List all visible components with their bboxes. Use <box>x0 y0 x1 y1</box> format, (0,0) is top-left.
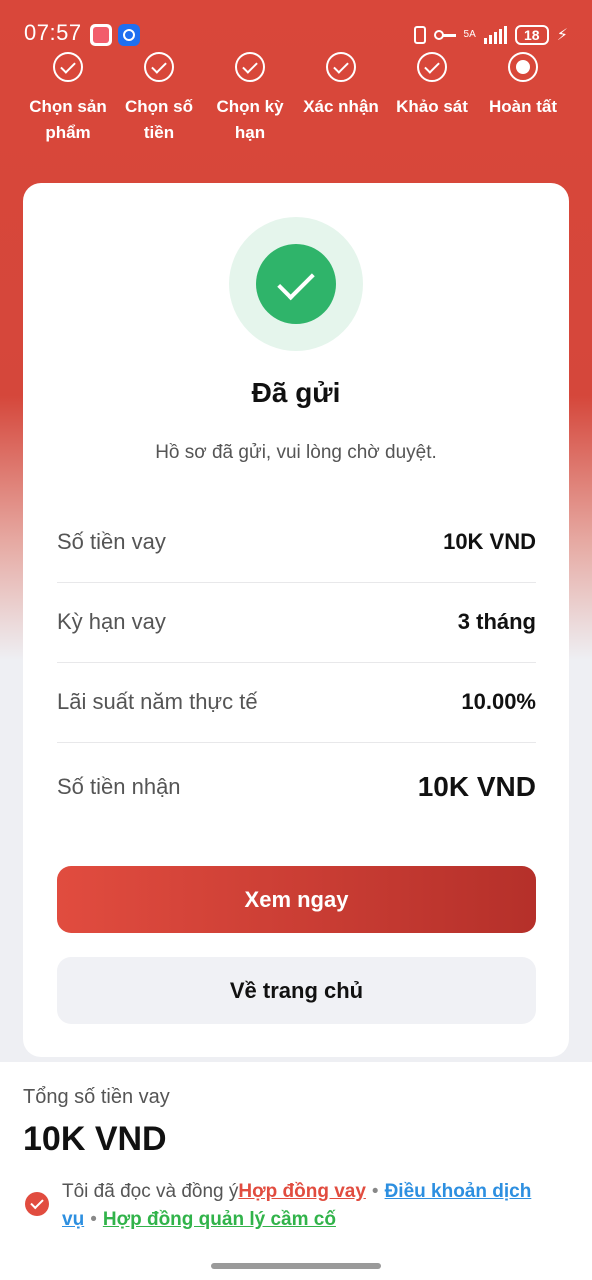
step-label: Chọn sản phẩm <box>29 97 107 142</box>
row-label: Kỳ hạn vay <box>57 609 166 634</box>
total-loan-value: 10K VND <box>23 1120 167 1158</box>
battery-icon: 18 <box>514 25 549 45</box>
step-label: Xác nhận <box>303 97 379 116</box>
back-home-button[interactable]: Về trang chủ <box>57 957 536 1024</box>
vpn-key-icon <box>433 30 456 40</box>
page-title: Đã gửi <box>251 377 341 408</box>
step-label: Khảo sát <box>396 97 468 116</box>
step-choose-term: Chọn kỳ hạn <box>202 52 298 146</box>
check-icon <box>144 52 174 82</box>
check-icon <box>53 52 83 82</box>
result-card: Đã gửi Hồ sơ đã gửi, vui lòng chờ duyệt.… <box>23 183 569 1057</box>
view-now-button[interactable]: Xem ngay <box>57 866 536 933</box>
interest-rate-row: Lãi suất năm thực tế 10.00% <box>57 662 536 743</box>
row-value: 3 tháng <box>457 609 536 634</box>
row-label: Số tiền nhận <box>57 774 181 799</box>
current-step-icon <box>508 52 538 82</box>
step-confirm: Xác nhận <box>293 52 389 120</box>
step-label: Chọn số tiền <box>125 97 193 142</box>
received-amount-row: Số tiền nhận 10K VND <box>57 747 536 827</box>
loan-amount-row: Số tiền vay 10K VND <box>57 502 536 583</box>
step-choose-product: Chọn sản phẩm <box>20 52 116 146</box>
total-loan-label: Tổng số tiền vay <box>23 1086 170 1108</box>
row-value: 10.00% <box>461 689 536 714</box>
charging-icon: ⚡ <box>556 27 568 44</box>
signal-icon <box>483 26 507 44</box>
separator: • <box>371 1181 379 1202</box>
status-message: Hồ sơ đã gửi, vui lòng chờ duyệt. <box>155 442 437 463</box>
step-label: Hoàn tất <box>489 97 557 116</box>
agreement-prefix: Tôi đã đọc và đồng ý <box>62 1181 239 1202</box>
check-icon <box>235 52 265 82</box>
separator: • <box>90 1209 97 1230</box>
messenger-app-icon <box>118 24 140 46</box>
step-choose-amount: Chọn số tiền <box>111 52 207 146</box>
row-value: 10K VND <box>443 529 536 554</box>
row-value: 10K VND <box>417 771 536 802</box>
vibrate-icon <box>413 26 426 44</box>
agreement-text: Tôi đã đọc và đồng ýHợp đồng vay • Điều kh… <box>62 1178 572 1234</box>
row-label: Lãi suất năm thực tế <box>57 689 258 714</box>
step-label: Chọn kỳ hạn <box>216 97 284 142</box>
bottom-summary: Tổng số tiền vay 10K VND Tôi đã đọc và đ… <box>0 1062 592 1280</box>
pawn-contract-link[interactable]: Hợp đồng quản lý cầm cố <box>103 1209 336 1230</box>
row-label: Số tiền vay <box>57 529 166 554</box>
step-survey: Khảo sát <box>384 52 480 120</box>
success-icon <box>229 217 363 351</box>
step-complete: Hoàn tất <box>475 52 571 120</box>
status-bar: 07:57 5A 18 ⚡ <box>0 0 592 46</box>
loan-term-row: Kỳ hạn vay 3 tháng <box>57 582 536 663</box>
loan-contract-link[interactable]: Hợp đồng vay <box>238 1181 366 1202</box>
network-type: 5A <box>463 29 476 40</box>
shopping-app-icon <box>90 24 112 46</box>
home-indicator[interactable] <box>211 1263 381 1269</box>
status-time: 07:57 <box>24 20 82 45</box>
check-icon <box>417 52 447 82</box>
agree-checkbox[interactable] <box>25 1192 49 1216</box>
check-icon <box>326 52 356 82</box>
